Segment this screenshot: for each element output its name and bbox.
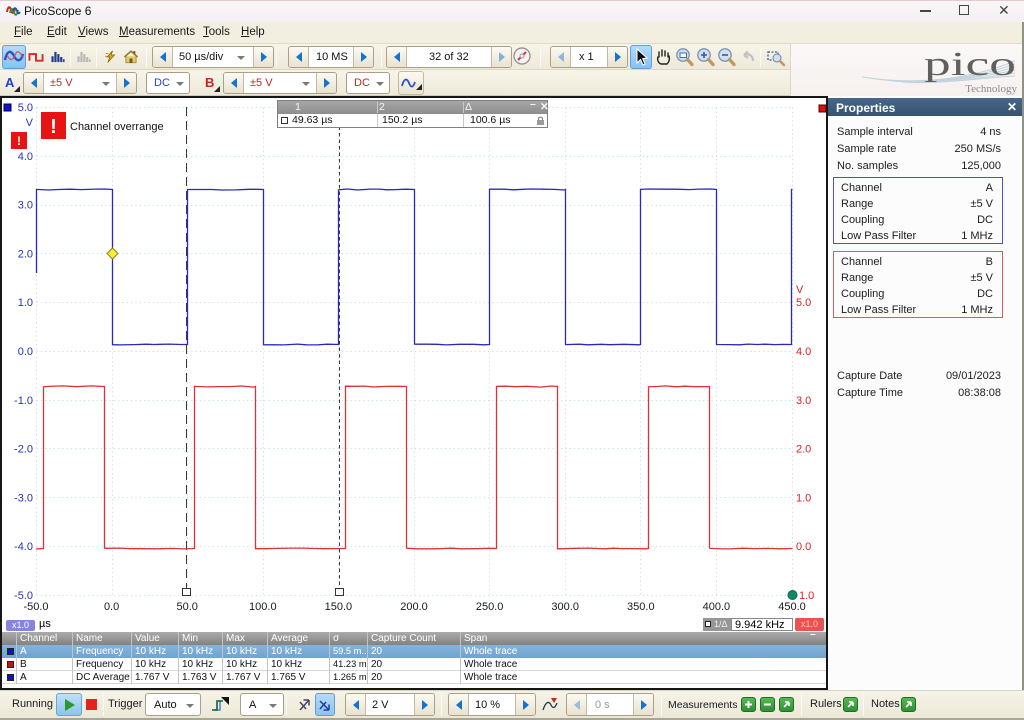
svg-text:Channel overrange: Channel overrange — [70, 121, 164, 133]
svg-text:pico: pico — [924, 46, 1016, 83]
svg-text:0.0: 0.0 — [104, 601, 119, 613]
svg-text:0.0: 0.0 — [796, 541, 811, 553]
svg-text:50.0: 50.0 — [176, 601, 197, 613]
svg-text:4.0: 4.0 — [796, 346, 811, 358]
svg-text:2.0: 2.0 — [18, 248, 33, 260]
svg-text:-3.0: -3.0 — [14, 492, 33, 504]
svg-text:-4.0: -4.0 — [14, 541, 33, 553]
svg-text:V: V — [796, 284, 804, 296]
svg-text:4.0: 4.0 — [18, 151, 33, 163]
svg-text:5.0: 5.0 — [18, 102, 33, 114]
svg-text:150.0: 150.0 — [325, 601, 353, 613]
svg-text:2.0: 2.0 — [796, 444, 811, 456]
svg-text:450.0: 450.0 — [778, 601, 806, 613]
svg-text:300.0: 300.0 — [551, 601, 579, 613]
svg-text:400.0: 400.0 — [703, 601, 731, 613]
svg-text:1.0: 1.0 — [796, 492, 811, 504]
svg-text:200.0: 200.0 — [400, 601, 428, 613]
svg-text:-1.0: -1.0 — [14, 395, 33, 407]
svg-text:3.0: 3.0 — [18, 200, 33, 212]
svg-text:100.0: 100.0 — [249, 601, 277, 613]
svg-text:3.0: 3.0 — [796, 395, 811, 407]
svg-text:Technology: Technology — [965, 83, 1017, 95]
svg-text:350.0: 350.0 — [627, 601, 655, 613]
svg-text:!: ! — [17, 134, 21, 148]
svg-text:V: V — [26, 117, 34, 129]
svg-text:-50.0: -50.0 — [23, 601, 48, 613]
svg-text:1.0: 1.0 — [18, 297, 33, 309]
svg-text:250.0: 250.0 — [476, 601, 504, 613]
svg-text:0.0: 0.0 — [18, 346, 33, 358]
svg-text:!: ! — [50, 116, 57, 138]
svg-text:-2.0: -2.0 — [14, 444, 33, 456]
svg-text:5.0: 5.0 — [796, 297, 811, 309]
